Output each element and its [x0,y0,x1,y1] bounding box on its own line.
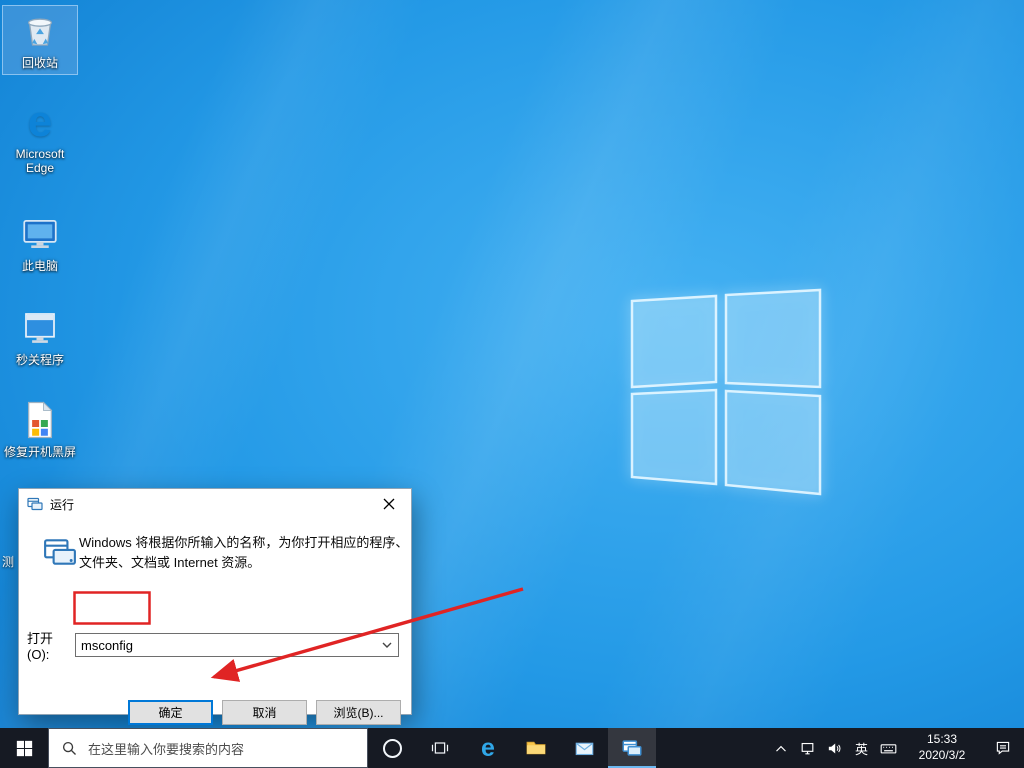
close-button[interactable] [366,490,411,519]
taskbar-file-explorer-button[interactable] [512,728,560,768]
taskbar-mail-button[interactable] [560,728,608,768]
desktop-icon-label: 修复开机黑屏 [3,445,76,459]
ok-button[interactable]: 确定 [128,700,213,725]
desktop-icon-label: Microsoft Edge [15,147,65,176]
combobox-dropdown-button[interactable] [377,635,397,655]
run-dialog-buttons: 确定 取消 浏览(B)... [19,700,413,725]
open-row: 打开(O): [27,628,399,662]
close-icon [383,498,394,510]
run-icon [27,497,43,511]
task-view-icon [431,742,449,754]
network-status[interactable] [794,728,821,768]
run-icon [622,740,642,756]
chevron-up-icon [775,745,786,752]
edge-icon: e [481,733,495,762]
edge-icon: e [27,97,53,146]
open-combobox[interactable] [75,633,399,657]
taskbar-search-box[interactable]: 在这里输入你要搜索的内容 [48,728,368,768]
desktop-icon-label: 回收站 [21,56,58,70]
desktop-icon-label: 秒关程序 [15,353,64,367]
clock[interactable]: 15:33 2020/3/2 [902,728,982,768]
clock-time: 15:33 [926,732,958,747]
mail-icon [575,742,593,755]
touch-keyboard-button[interactable] [875,728,902,768]
clock-date: 2020/3/2 [918,748,966,762]
open-label: 打开(O): [27,631,54,662]
run-dialog-title: 运行 [50,497,75,512]
desktop-icon-recycle-bin[interactable]: 回收站 [2,5,78,76]
run-dialog: 运行 Windows 将根据你所输入的名称，为你打开相应的程序、文件夹、文档或 … [18,488,412,725]
volume-status[interactable] [821,728,848,768]
desktop-icon-microsoft-edge[interactable]: e Microsoft Edge [2,97,78,180]
ethernet-icon [801,742,814,754]
system-tray: 英 15:33 2020/3/2 [767,728,1024,768]
desktop: 回收站 e Microsoft Edge 此电脑 秒关程序 修复开机黑屏 测 运… [0,0,1024,768]
chevron-down-icon [382,642,392,648]
search-placeholder: 在这里输入你要搜索的内容 [88,741,245,757]
tray-overflow-button[interactable] [767,728,794,768]
document-cubes-icon [18,398,62,442]
desktop-icon-this-pc[interactable]: 此电脑 [2,209,78,277]
run-dialog-body: Windows 将根据你所输入的名称，为你打开相应的程序、文件夹、文档或 Int… [19,519,411,725]
taskbar: 在这里输入你要搜索的内容 e 英 15:33 2020/3/2 [0,728,1024,768]
desktop-icon-fix-black-screen[interactable]: 修复开机黑屏 [2,395,78,463]
notification-icon [996,741,1010,755]
start-button[interactable] [0,728,48,768]
partial-desktop-icon-label: 测 [2,555,15,569]
run-icon-large [44,539,76,565]
cancel-button[interactable]: 取消 [222,700,307,725]
action-center-button[interactable] [982,728,1024,768]
ime-indicator[interactable]: 英 [848,728,875,768]
cortana-button[interactable] [368,728,416,768]
desktop-icon-quick-close-program[interactable]: 秒关程序 [2,303,78,371]
taskbar-run-button[interactable] [608,728,656,768]
speaker-icon [828,743,841,753]
program-window-icon [18,306,62,350]
run-dialog-titlebar: 运行 [19,489,411,519]
keyboard-icon [880,743,897,753]
task-view-button[interactable] [416,728,464,768]
taskbar-edge-button[interactable]: e [464,728,512,768]
search-icon [62,741,76,755]
windows-start-icon [16,740,32,756]
computer-icon [18,212,62,256]
run-dialog-description: Windows 将根据你所输入的名称，为你打开相应的程序、文件夹、文档或 Int… [79,535,409,570]
open-input[interactable] [76,635,372,655]
desktop-icon-label: 此电脑 [21,259,58,273]
recycle-bin-icon [18,9,62,53]
folder-icon [526,741,546,755]
browse-button[interactable]: 浏览(B)... [316,700,401,725]
cortana-icon [382,738,402,758]
